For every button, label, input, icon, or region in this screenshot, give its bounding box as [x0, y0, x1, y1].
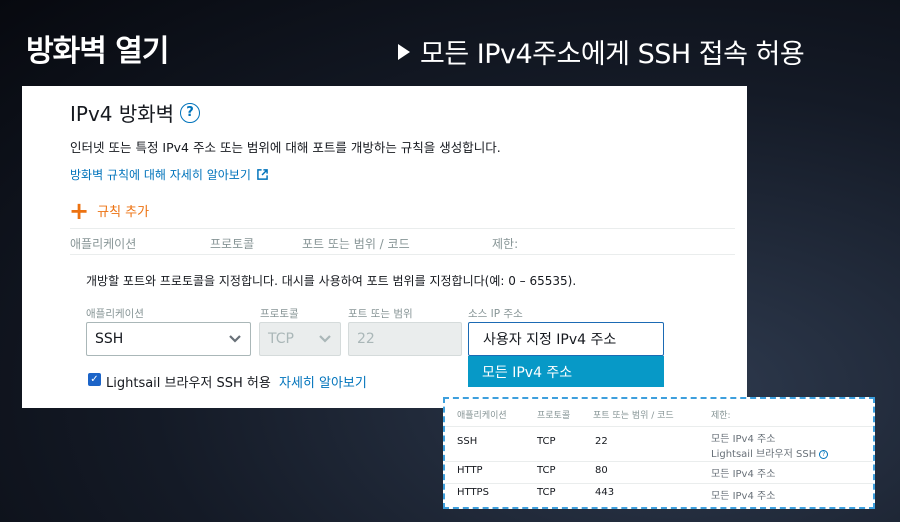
- source-option-all-ipv4[interactable]: 모든 IPv4 주소: [468, 356, 664, 387]
- add-rule-label[interactable]: 규칙 추가: [97, 201, 149, 220]
- row-divider: [445, 483, 873, 484]
- inset-col-application: 애플리케이션: [457, 411, 507, 421]
- checkmark-icon: ✓: [90, 374, 99, 385]
- row-note: Lightsail 브라우저 SSH?: [711, 445, 829, 460]
- add-rule-button[interactable]: + 규칙 추가: [69, 196, 149, 225]
- source-label: 소스 IP 주소: [468, 308, 523, 320]
- table-row: HTTP TCP 80 모든 IPv4 주소: [445, 465, 873, 483]
- learn-more-link[interactable]: 방화벽 규칙에 대해 자세히 알아보기: [70, 166, 268, 183]
- row-note-text: Lightsail 브라우저 SSH: [711, 449, 817, 460]
- panel-title-text: IPv4 방화벽: [70, 102, 175, 126]
- row-app: HTTP: [457, 465, 483, 476]
- help-icon[interactable]: ?: [819, 449, 829, 459]
- external-link-icon: [257, 169, 268, 180]
- inset-col-port: 포트 또는 범위 / 코드: [593, 411, 674, 421]
- row-protocol: TCP: [537, 465, 556, 476]
- source-ip-select[interactable]: 사용자 지정 IPv4 주소: [468, 322, 664, 356]
- slide-subtitle: 모든 IPv4주소에게 SSH 접속 허용: [398, 32, 805, 71]
- col-restriction: 제한:: [492, 237, 519, 251]
- source-ip-value: 사용자 지정 IPv4 주소: [483, 332, 617, 348]
- col-protocol: 프로토콜: [210, 237, 255, 251]
- lightsail-ssh-text: Lightsail 브라우저 SSH 허용: [106, 376, 271, 391]
- firewall-panel: IPv4 방화벽 ? 인터넷 또는 특정 IPv4 주소 또는 범위에 대해 포…: [22, 86, 747, 408]
- rules-table-header: 애플리케이션 프로토콜 포트 또는 범위 / 코드 제한:: [70, 228, 735, 255]
- port-label: 포트 또는 범위: [348, 308, 413, 320]
- help-icon[interactable]: ?: [180, 102, 201, 123]
- row-app: SSH: [457, 436, 478, 447]
- slide-title: 방화벽 열기: [26, 34, 169, 69]
- play-icon: [398, 43, 410, 60]
- rules-table-inset: 애플리케이션 프로토콜 포트 또는 범위 / 코드 제한: SSH TCP 22…: [443, 397, 875, 509]
- learn-more-text[interactable]: 방화벽 규칙에 대해 자세히 알아보기: [70, 166, 251, 183]
- row-protocol: TCP: [537, 487, 556, 498]
- application-select[interactable]: SSH: [86, 322, 251, 356]
- chevron-down-icon: [229, 335, 241, 343]
- edit-note: 개방할 포트와 프로토콜을 지정합니다. 대시를 사용하여 포트 범위를 지정합…: [86, 274, 577, 288]
- row-protocol: TCP: [537, 436, 556, 447]
- panel-title: IPv4 방화벽 ?: [70, 98, 201, 127]
- port-input[interactable]: 22: [348, 322, 462, 356]
- row-port: 22: [595, 436, 608, 447]
- lightsail-ssh-label: Lightsail 브라우저 SSH 허용 자세히 알아보기: [106, 372, 367, 391]
- inset-col-restriction: 제한:: [711, 411, 731, 421]
- panel-description: 인터넷 또는 특정 IPv4 주소 또는 범위에 대해 포트를 개방하는 규칙을…: [70, 140, 501, 155]
- row-app: HTTPS: [457, 487, 489, 498]
- port-value: 22: [357, 331, 375, 347]
- application-label: 애플리케이션: [86, 308, 144, 320]
- row-divider: [445, 461, 873, 462]
- inset-table-header: 애플리케이션 프로토콜 포트 또는 범위 / 코드 제한:: [445, 399, 873, 427]
- row-restriction: 모든 IPv4 주소: [711, 434, 776, 445]
- source-option-label: 모든 IPv4 주소: [482, 364, 573, 381]
- plus-icon: +: [69, 196, 90, 225]
- lightsail-learn-more-link[interactable]: 자세히 알아보기: [279, 376, 367, 391]
- col-application: 애플리케이션: [70, 237, 137, 251]
- row-port: 80: [595, 465, 608, 476]
- protocol-select[interactable]: TCP: [259, 322, 341, 356]
- col-port: 포트 또는 범위 / 코드: [302, 237, 410, 251]
- lightsail-ssh-checkbox[interactable]: ✓: [88, 373, 101, 386]
- row-restriction: 모든 IPv4 주소: [711, 469, 776, 480]
- application-value: SSH: [95, 331, 124, 347]
- table-row: HTTPS TCP 443 모든 IPv4 주소: [445, 487, 873, 505]
- chevron-down-icon: [319, 335, 331, 343]
- table-row: SSH TCP 22 모든 IPv4 주소 Lightsail 브라우저 SSH…: [445, 429, 873, 461]
- row-restriction: 모든 IPv4 주소: [711, 491, 776, 502]
- inset-col-protocol: 프로토콜: [537, 411, 571, 421]
- row-port: 443: [595, 487, 615, 498]
- protocol-value: TCP: [268, 331, 294, 347]
- protocol-label: 프로토콜: [260, 308, 299, 320]
- slide-subtitle-text: 모든 IPv4주소에게 SSH 접속 허용: [420, 39, 805, 70]
